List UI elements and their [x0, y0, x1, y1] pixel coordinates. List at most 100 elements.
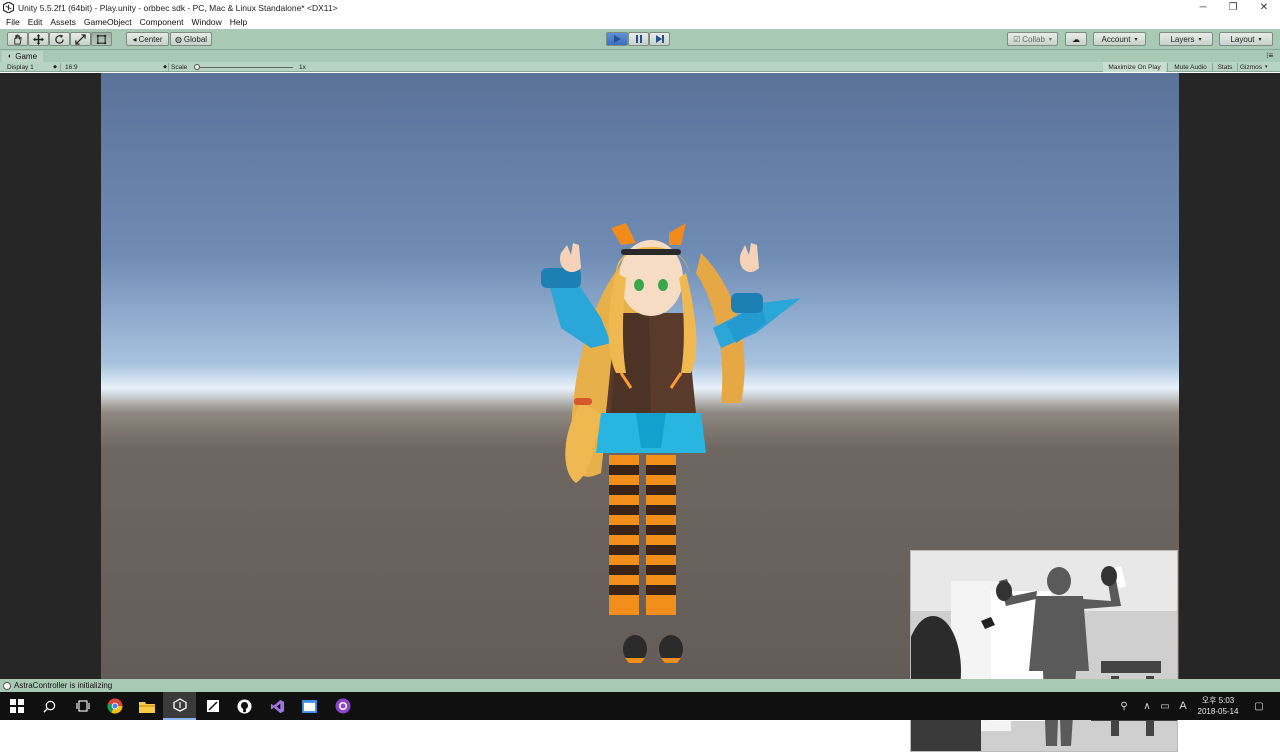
menu-edit[interactable]: Edit — [24, 17, 47, 27]
chevron-down-icon: ◆ — [163, 64, 167, 70]
game-tab-strip: ◐ Game ⁝≡ — [0, 50, 1280, 62]
status-bar: AstraController is initializing — [0, 679, 1280, 692]
move-icon — [33, 33, 44, 45]
start-icon — [9, 699, 24, 713]
menu-component[interactable]: Component — [136, 17, 188, 27]
layers-label: Layers — [1170, 34, 1195, 44]
minimize-icon[interactable]: ─ — [1188, 0, 1218, 15]
play-icon — [614, 35, 621, 43]
menu-file[interactable]: File — [2, 17, 24, 27]
task-view-icon — [75, 700, 90, 712]
search-icon — [43, 700, 56, 713]
maximize-on-play-toggle[interactable]: Maximize On Play — [1103, 62, 1166, 72]
step-button[interactable] — [649, 32, 670, 46]
gizmos-dropdown[interactable]: Gizmos ▾ — [1240, 62, 1274, 72]
chevron-down-icon: ▾ — [1134, 36, 1138, 43]
chevron-down-icon: ▾ — [1048, 36, 1052, 43]
move-tool-button[interactable] — [28, 32, 49, 46]
game-controller-icon: ◐ — [8, 53, 13, 60]
cloud-button[interactable]: ☁ — [1065, 32, 1087, 46]
taskbar-visual-studio[interactable] — [261, 692, 294, 720]
scale-tool-button[interactable] — [70, 32, 91, 46]
unity-logo-icon — [3, 2, 14, 13]
start-button[interactable] — [0, 692, 33, 720]
space-global-toggle[interactable]: ◍ Global — [170, 32, 212, 46]
play-button[interactable] — [606, 32, 628, 46]
aspect-dropdown[interactable]: 16:9 ◆ — [65, 62, 167, 72]
rect-tool-button[interactable] — [91, 32, 112, 46]
github-icon — [237, 698, 252, 714]
display-dropdown[interactable]: Display 1 ◆ — [7, 62, 57, 72]
taskbar-unity[interactable] — [163, 692, 196, 720]
collab-dropdown[interactable]: ☑ Collab ▾ — [1007, 32, 1058, 46]
mute-audio-toggle[interactable]: Mute Audio — [1170, 62, 1211, 72]
rect-icon — [96, 34, 107, 44]
taskbar-clock[interactable]: 오후 5:03 2018-05-14 — [1192, 695, 1244, 717]
collab-check-icon: ☑ — [1013, 34, 1021, 44]
taskbar-chrome[interactable] — [98, 692, 131, 720]
people-icon[interactable]: ⚲ — [1115, 692, 1133, 720]
chevron-down-icon: ▾ — [1265, 64, 1268, 70]
layers-dropdown[interactable]: Layers ▾ — [1159, 32, 1213, 46]
close-icon[interactable]: ✕ — [1249, 0, 1279, 15]
ime-indicator[interactable]: A — [1175, 692, 1191, 720]
menu-gameobject[interactable]: GameObject — [80, 17, 136, 27]
taskbar-github[interactable] — [228, 692, 261, 720]
taskbar-file-explorer[interactable] — [130, 692, 163, 720]
depth-camera-preview — [910, 550, 1178, 752]
main-toolbar: ◂ Center ◍ Global ☑ Collab ▾ ☁ Account ▾… — [0, 29, 1280, 50]
tab-game-label: Game — [15, 52, 38, 61]
title-bar: Unity 5.5.2f1 (64bit) - Play.unity - orb… — [0, 0, 1280, 15]
collab-label: Collab — [1022, 34, 1045, 44]
tab-game[interactable]: ◐ Game — [2, 51, 44, 62]
pivot-icon: ◂ — [132, 34, 137, 44]
network-icon[interactable]: ▭ — [1156, 692, 1174, 720]
visual-studio-icon — [270, 699, 285, 713]
account-dropdown[interactable]: Account ▾ — [1093, 32, 1146, 46]
cloud-icon: ☁ — [1072, 34, 1080, 44]
menu-help[interactable]: Help — [226, 17, 251, 27]
scale-slider-track[interactable] — [197, 67, 293, 68]
space-label: Global — [183, 34, 208, 44]
scale-value-label: 1x — [299, 63, 306, 71]
display-label: Display 1 — [7, 63, 34, 71]
chevron-up-icon[interactable]: ∧ — [1139, 692, 1155, 720]
striped-stockings — [609, 455, 676, 615]
game-viewport[interactable] — [0, 73, 1280, 752]
scale-slider-handle[interactable] — [194, 64, 200, 70]
account-label: Account — [1101, 34, 1131, 44]
menu-assets[interactable]: Assets — [46, 17, 80, 27]
taskbar-purple-app[interactable] — [326, 692, 359, 720]
clock-date: 2018-05-14 — [1197, 707, 1239, 716]
chevron-down-icon: ◆ — [53, 64, 57, 70]
notification-icon[interactable]: ▢ — [1250, 692, 1268, 720]
rotate-icon — [55, 33, 64, 44]
hand-tool-button[interactable] — [7, 32, 28, 46]
pivot-center-toggle[interactable]: ◂ Center — [126, 32, 169, 46]
window-title: Unity 5.5.2f1 (64bit) - Play.unity - orb… — [18, 2, 338, 13]
purple-app-icon — [335, 698, 350, 714]
pause-button[interactable] — [628, 32, 649, 46]
restore-icon[interactable]: ❐ — [1218, 0, 1248, 15]
stats-toggle[interactable]: Stats — [1214, 62, 1236, 72]
aspect-label: 16:9 — [65, 63, 78, 71]
menu-window[interactable]: Window — [188, 17, 226, 27]
status-message[interactable]: AstraController is initializing — [14, 681, 112, 690]
file-explorer-icon — [138, 701, 155, 713]
app-window-icon — [302, 699, 317, 713]
hand-icon — [14, 34, 22, 44]
taskbar-app-window[interactable] — [293, 692, 326, 720]
unity-icon — [172, 698, 187, 712]
game-view-toolbar: Display 1 ◆ 16:9 ◆ Scale 1x Maximize On … — [0, 62, 1280, 72]
step-icon — [655, 35, 664, 43]
task-view-button[interactable] — [66, 692, 99, 720]
rotate-tool-button[interactable] — [49, 32, 70, 46]
sticky-app-icon — [206, 700, 219, 712]
layout-dropdown[interactable]: Layout ▾ — [1219, 32, 1273, 46]
layout-label: Layout — [1230, 34, 1255, 44]
clock-time: 오후 5:03 — [1201, 696, 1235, 705]
taskbar-sticky-app[interactable] — [196, 692, 229, 720]
chrome-icon — [106, 698, 123, 714]
search-button[interactable] — [33, 692, 66, 720]
tab-menu-icon[interactable]: ⁝≡ — [1266, 51, 1273, 60]
